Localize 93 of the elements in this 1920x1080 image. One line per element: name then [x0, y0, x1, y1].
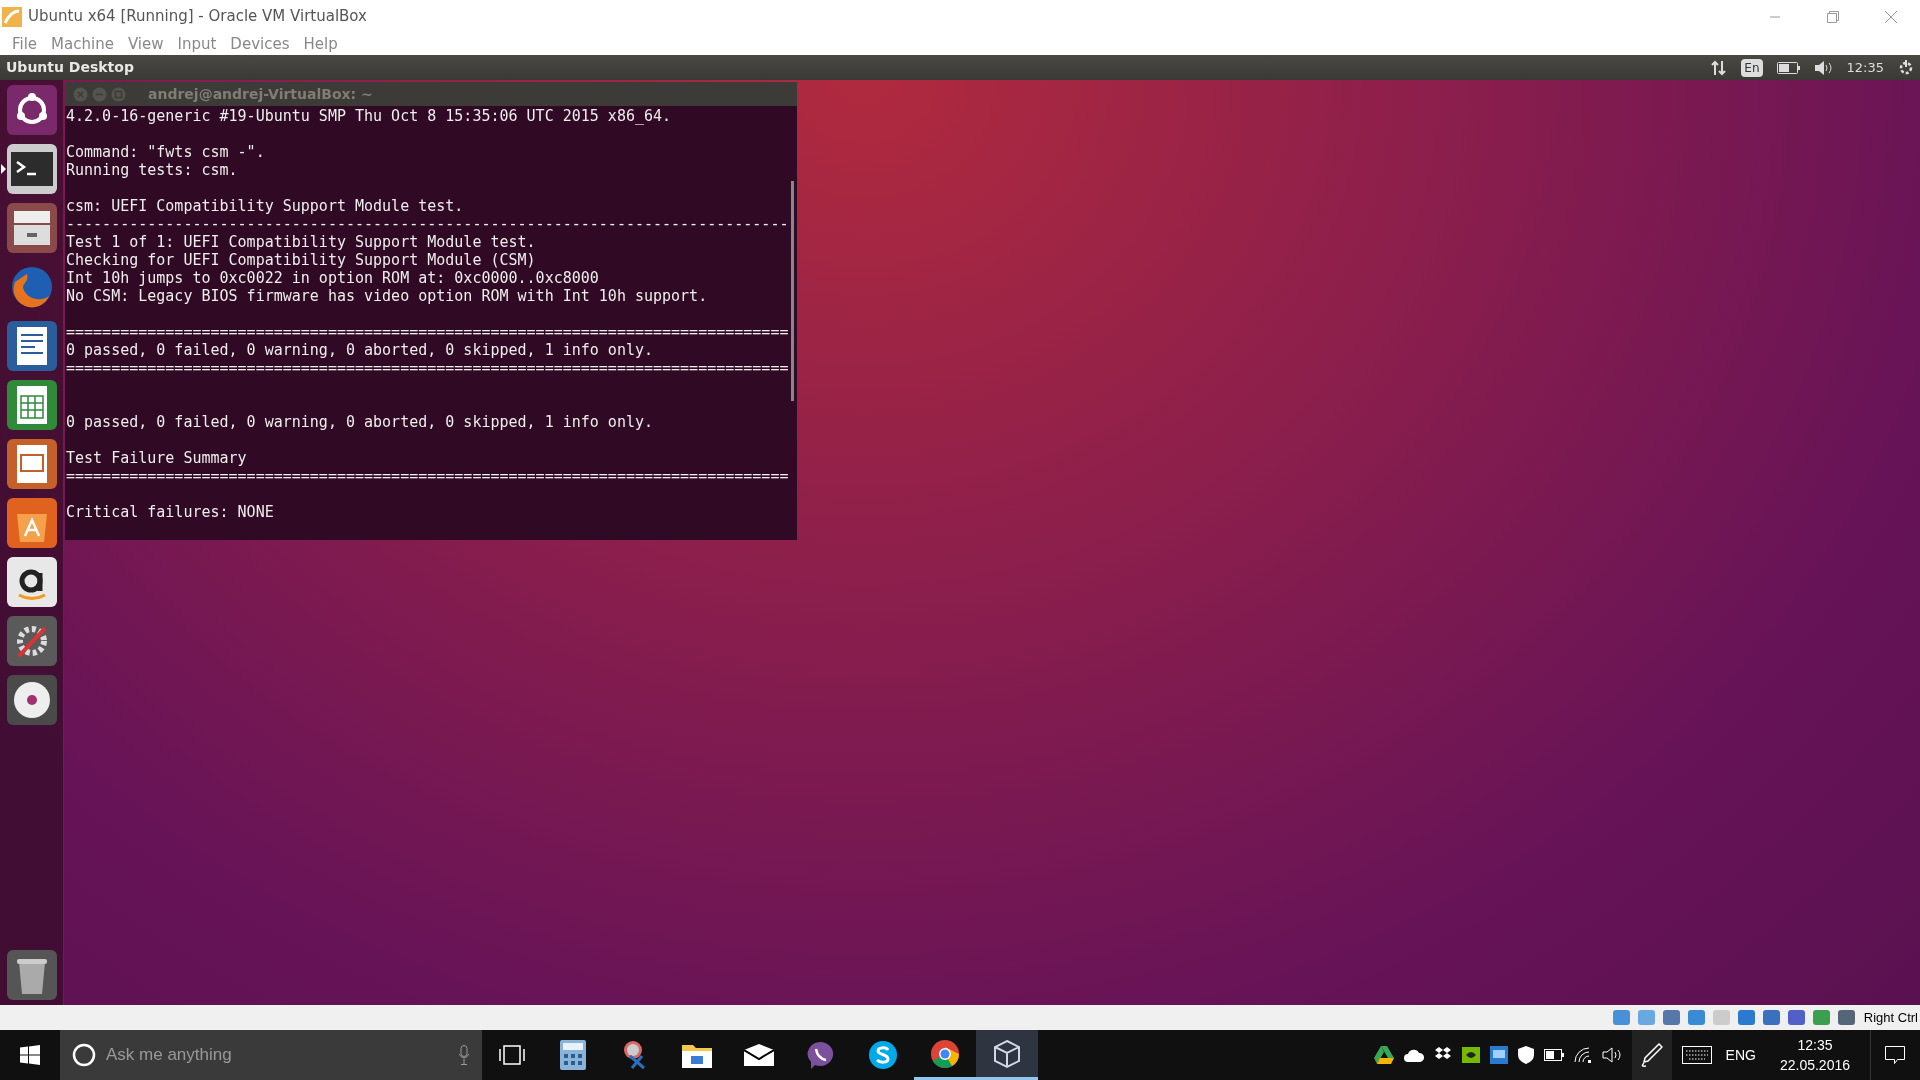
terminal-line: Test Failure Summary — [66, 449, 247, 467]
shopping-bag-icon — [6, 498, 57, 548]
letter-a-icon — [6, 557, 57, 607]
trash-icon — [6, 950, 57, 1000]
device-status-icon[interactable] — [1661, 1008, 1681, 1027]
browser-circle-icon — [930, 1038, 960, 1069]
clock-button[interactable]: 12:35 22.05.2016 — [1769, 1035, 1860, 1075]
terminal-line: 4.2.0-16-generic #19-Ubuntu SMP Thu Oct 8 15:35:06 UTC 2015 x86_64. — [66, 107, 672, 125]
speaker-icon[interactable] — [1601, 1047, 1622, 1063]
pen-button[interactable] — [1631, 1030, 1672, 1080]
clock-date: 22.05.2016 — [1779, 1056, 1850, 1075]
menu-item[interactable]: Input — [171, 32, 223, 56]
device-status-icon[interactable] — [1811, 1008, 1831, 1027]
device-status-icon[interactable] — [1786, 1008, 1806, 1027]
microphone-icon — [458, 1045, 470, 1065]
launcher-item[interactable] — [5, 950, 58, 1000]
shield-icon[interactable] — [1517, 1046, 1534, 1064]
launcher-item[interactable] — [5, 675, 58, 725]
launcher-item[interactable] — [5, 616, 58, 666]
close-icon — [1885, 10, 1897, 23]
presentation-icon — [6, 439, 57, 489]
battery-icon[interactable] — [1776, 61, 1801, 74]
terminal-line: Running tests: csm. — [66, 161, 238, 179]
cloud-drive-icon[interactable] — [1373, 1046, 1394, 1064]
letter-s-icon — [868, 1040, 898, 1070]
spreadsheet-icon — [6, 380, 57, 430]
device-status-icon[interactable] — [1761, 1008, 1781, 1027]
windows-logo-icon — [20, 1045, 40, 1065]
power-gear-icon[interactable] — [1898, 59, 1914, 76]
menu-item[interactable]: Devices — [224, 32, 296, 56]
terminal-line: ================================================================================ — [66, 467, 789, 485]
menu-item[interactable]: View — [121, 32, 170, 56]
launcher-item[interactable] — [5, 321, 58, 371]
envelope-icon — [744, 1044, 774, 1066]
file-cabinet-icon — [6, 203, 57, 253]
speech-bubble-icon — [1884, 1046, 1905, 1064]
device-status-icon[interactable] — [1736, 1008, 1756, 1027]
transfer-arrows-icon[interactable] — [1711, 59, 1728, 76]
speaker-icon[interactable] — [1814, 60, 1833, 75]
launcher-item[interactable] — [5, 557, 58, 607]
panel-clock[interactable]: 12:35 — [1846, 57, 1884, 78]
keyboard-layout-indicator[interactable]: En — [1741, 58, 1763, 77]
wifi-icon[interactable] — [1573, 1047, 1592, 1063]
cloud-icon[interactable] — [1403, 1048, 1424, 1062]
pen-icon — [1640, 1043, 1663, 1067]
restore-icon — [1827, 10, 1839, 23]
folder-icon — [682, 1042, 712, 1068]
terminal-line: Critical failures: NONE — [66, 503, 274, 521]
scrollbar-thumb[interactable] — [791, 181, 794, 401]
graphics-card-icon[interactable] — [1461, 1047, 1480, 1063]
window-title: Ubuntu x64 [Running] - Oracle VM VirtualBox — [28, 6, 367, 28]
terminal-line: -------------------------------------------------------------------------------- — [66, 215, 789, 233]
calculator-icon — [560, 1040, 586, 1070]
terminal-line: ================================================================================ — [66, 359, 789, 377]
terminal-line: csm: UEFI Compatibility Support Module test. — [66, 197, 464, 215]
menu-item[interactable]: Help — [297, 32, 344, 56]
launcher-item[interactable] — [5, 439, 58, 489]
launcher-item[interactable] — [5, 203, 58, 253]
search-input[interactable]: Ask me anything — [106, 1042, 458, 1068]
menu-item[interactable]: File — [6, 32, 44, 56]
terminal-icon — [6, 144, 57, 194]
circle-icon — [72, 1043, 96, 1067]
keyboard-icon[interactable] — [1681, 1046, 1712, 1064]
monitor-icon[interactable] — [1489, 1046, 1508, 1064]
launcher-item[interactable] — [5, 380, 58, 430]
document-icon — [6, 321, 57, 371]
battery-icon[interactable] — [1543, 1049, 1564, 1061]
task-view-icon — [499, 1045, 525, 1065]
wrench-gear-icon — [6, 616, 57, 666]
phone-bubble-icon — [806, 1040, 836, 1070]
ubuntu-logo-icon — [6, 85, 57, 135]
terminal-line: 0 passed, 0 failed, 0 warning, 0 aborted, 0 skipped, 1 info only. — [66, 413, 653, 431]
terminal-title: andrej@andrej-VirtualBox: ~ — [148, 84, 373, 104]
terminal-line: No CSM: Legacy BIOS firmware has video option ROM with Int 10h support. — [66, 287, 708, 305]
device-status-icon[interactable] — [1611, 1008, 1631, 1027]
device-status-icon[interactable] — [1836, 1008, 1856, 1027]
language-indicator[interactable]: ENG — [1721, 1044, 1760, 1066]
menu-item[interactable]: Machine — [45, 32, 120, 56]
terminal-line: ================================================================================ — [66, 323, 789, 341]
search-field[interactable]: Ask me anything — [60, 1030, 482, 1080]
launcher-item[interactable] — [5, 498, 58, 548]
terminal-line: Checking for UEFI Compatibility Support Module (CSM) — [66, 251, 536, 269]
terminal-line: Command: "fwts csm -". — [66, 143, 265, 161]
launcher-item[interactable] — [5, 85, 58, 135]
panel-title: Ubuntu Desktop — [6, 58, 134, 77]
cube-icon — [992, 1038, 1022, 1069]
terminal-line: Int 10h jumps to 0xc0022 in option ROM at: 0xc0000..0xc8000 — [66, 269, 599, 287]
terminal-line: 0 passed, 0 failed, 0 warning, 0 aborted, 0 skipped, 1 info only. — [66, 341, 653, 359]
host-key-label: Right Ctrl — [1863, 1008, 1918, 1027]
device-status-icon[interactable] — [1686, 1008, 1706, 1027]
terminal-line: Test 1 of 1: UEFI Compatibility Support Module test. — [66, 233, 536, 251]
clock-time: 12:35 — [1797, 1036, 1833, 1055]
taskbar-app[interactable] — [976, 1030, 1038, 1080]
